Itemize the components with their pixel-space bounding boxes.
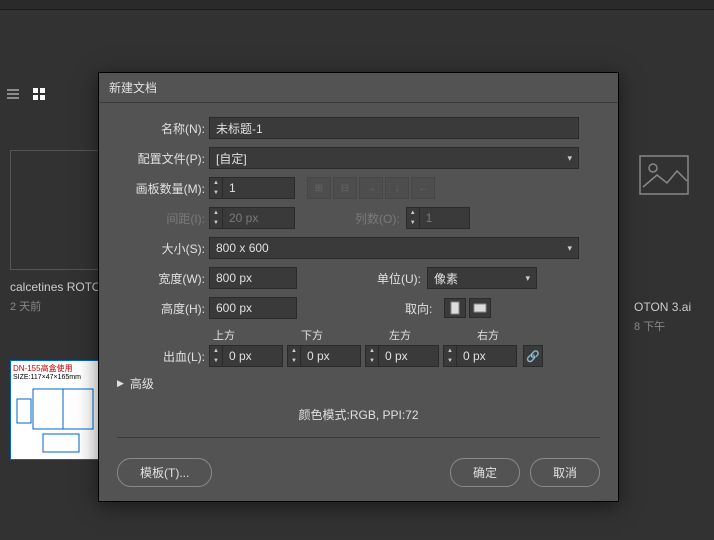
bleed-top-label: 上方 [213,327,301,343]
app-topbar [0,0,714,10]
arrange-row-icon: → [359,177,383,199]
chevron-down-icon: ▾ [567,243,572,254]
orient-landscape-icon[interactable] [469,298,491,318]
background-right: OTON 3.ai 8 下午 [634,150,704,334]
bleed-left-label: 左方 [389,327,477,343]
link-bleed-icon[interactable]: 🔗 [523,345,543,367]
width-label: 宽度(W): [117,270,209,287]
bleed-label: 出血(L): [117,348,209,365]
chevron-down-icon: ▾ [525,273,530,284]
bleed-right-label: 右方 [477,327,565,343]
arrange-grid-col-icon: ⊟ [333,177,357,199]
columns-spinner: ▲▼ [406,207,470,229]
dialog-title: 新建文档 [99,73,618,103]
thumb2-label: OTON 3.ai [634,300,704,314]
spacing-label: 间距(I): [117,210,209,227]
size-label: 大小(S): [117,240,209,257]
spacing-spinner: ▲▼ [209,207,295,229]
orient-portrait-icon[interactable] [444,298,466,318]
chevron-down-icon: ▾ [567,153,572,164]
artboards-label: 画板数量(M): [117,180,209,197]
arrange-col-icon: ↓ [385,177,409,199]
bleed-left-spinner[interactable]: ▲▼ [365,345,439,367]
size-select[interactable]: 800 x 600 ▾ [209,237,579,259]
name-label: 名称(N): [117,120,209,137]
profile-select[interactable]: [自定] ▾ [209,147,579,169]
columns-label: 列数(O): [355,210,400,227]
bleed-top-spinner[interactable]: ▲▼ [209,345,283,367]
profile-label: 配置文件(P): [117,150,209,167]
advanced-toggle[interactable]: ▶ 高级 [117,375,600,392]
bleed-bottom-label: 下方 [301,327,389,343]
new-document-dialog: 新建文档 名称(N): 配置文件(P): [自定] ▾ 画板数量(M): ▲▼ … [98,72,619,502]
cancel-button[interactable]: 取消 [530,458,600,487]
triangle-right-icon: ▶ [117,378,124,389]
units-select[interactable]: 像素 ▾ [427,267,537,289]
thumb2-date: 8 下午 [634,318,704,334]
artboards-spinner[interactable]: ▲▼ [209,177,295,199]
template-button[interactable]: 模板(T)... [117,458,212,487]
width-input[interactable] [209,267,297,289]
height-input[interactable] [209,297,297,319]
orient-label: 取向: [405,300,432,317]
height-label: 高度(H): [117,300,209,317]
arrange-rtl-icon: ← [411,177,435,199]
separator [117,437,600,438]
bleed-bottom-spinner[interactable]: ▲▼ [287,345,361,367]
units-label: 单位(U): [377,270,421,287]
name-input[interactable] [209,117,579,139]
bleed-right-spinner[interactable]: ▲▼ [443,345,517,367]
ok-button[interactable]: 确定 [450,458,520,487]
arrange-grid-row-icon: ⊞ [307,177,331,199]
color-mode-text: 颜色模式:RGB, PPI:72 [117,406,600,423]
image-placeholder-icon [634,150,694,200]
